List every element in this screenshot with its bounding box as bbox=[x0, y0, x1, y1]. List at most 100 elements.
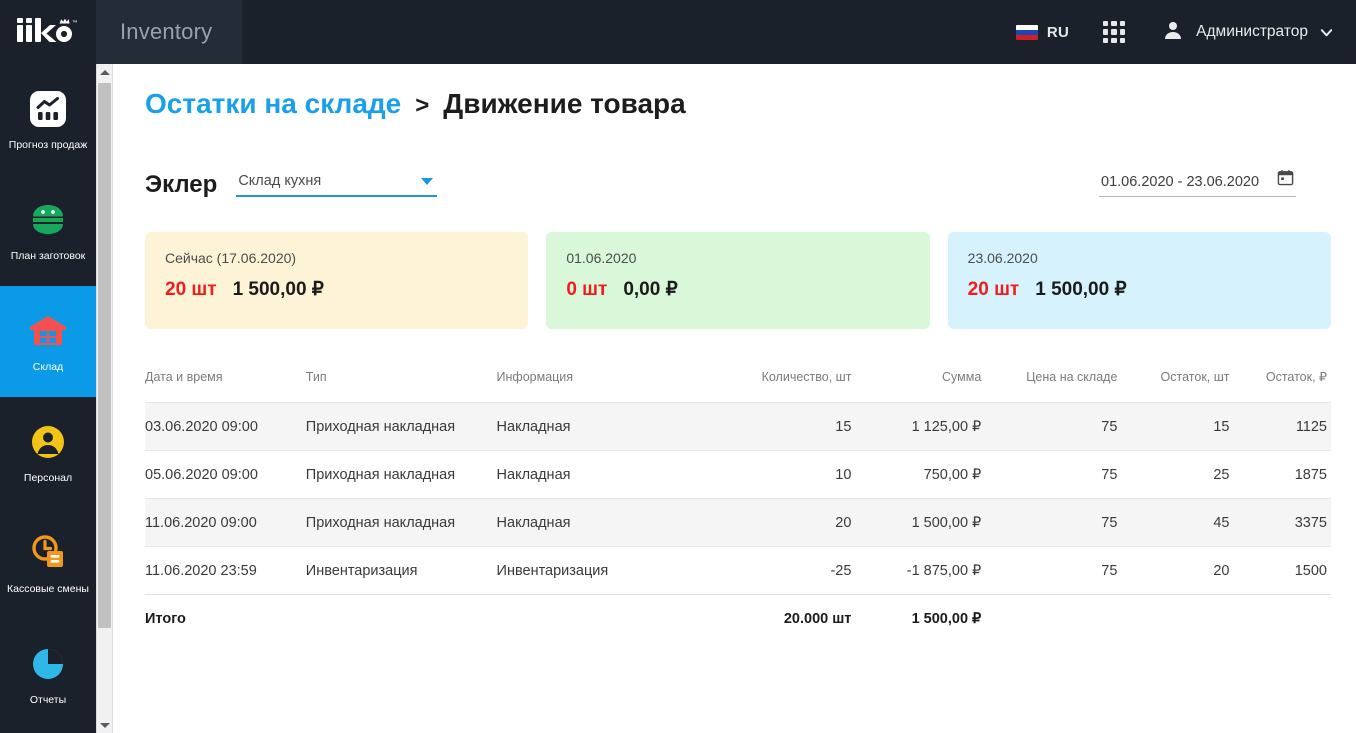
cell-type: Инвентаризация bbox=[305, 562, 418, 579]
table-row[interactable]: 03.06.2020 09:00 Приходная накладная Нак… bbox=[145, 402, 1331, 451]
table-total-row: Итого 20.000 шт 1 500,00 ₽ bbox=[145, 594, 1332, 643]
apps-grid-icon[interactable] bbox=[1103, 21, 1126, 43]
chevron-down-icon[interactable] bbox=[1319, 25, 1334, 40]
cell-datetime: 03.06.2020 09:00 bbox=[145, 418, 258, 435]
sidebar-item-label: Кассовые смены bbox=[7, 583, 89, 596]
sidebar-item-label: План заготовок bbox=[10, 250, 86, 263]
chevron-down-icon bbox=[421, 178, 434, 185]
cell-info: Инвентаризация bbox=[496, 562, 609, 579]
cell-type: Приходная накладная bbox=[305, 514, 456, 531]
column-header-rest-sum[interactable]: Остаток, ₽ bbox=[1236, 369, 1332, 403]
card-date-label: Сейчас (17.06.2020) bbox=[165, 250, 297, 266]
app-logo[interactable]: ™ bbox=[0, 0, 96, 64]
column-header-type[interactable]: Тип bbox=[306, 369, 497, 403]
sidebar-item-cash-shifts[interactable]: Кассовые смены bbox=[0, 508, 96, 619]
card-values: 20 шт 1 500,00 ₽ bbox=[968, 278, 1311, 301]
cell-rest-sum: 1875 bbox=[1294, 466, 1327, 483]
cell-sum: 750,00 ₽ bbox=[923, 466, 982, 483]
cell-price: 75 bbox=[1101, 466, 1118, 483]
app-tab-label: Inventory bbox=[120, 19, 213, 44]
column-header-info[interactable]: Информация bbox=[497, 369, 715, 403]
language-switcher[interactable]: RU bbox=[1015, 23, 1070, 41]
date-range-value: 01.06.2020 - 23.06.2020 bbox=[1101, 174, 1260, 190]
breadcrumb: Остатки на складе > Движение товара bbox=[145, 88, 686, 120]
sales-forecast-icon bbox=[26, 87, 70, 131]
cell-info: Накладная bbox=[496, 466, 571, 483]
store-select-value: Склад кухня bbox=[238, 173, 322, 189]
card-values: 0 шт 0,00 ₽ bbox=[566, 278, 909, 301]
scroll-up-arrow-icon[interactable] bbox=[97, 64, 112, 80]
cell-price: 75 bbox=[1101, 562, 1118, 579]
cell-rest-qty: 45 bbox=[1213, 514, 1230, 531]
sidebar-item-warehouse[interactable]: Склад bbox=[0, 286, 96, 397]
date-range-picker[interactable]: 01.06.2020 - 23.06.2020 bbox=[1099, 167, 1296, 197]
column-header-quantity[interactable]: Количество, шт bbox=[715, 369, 860, 403]
cell-price: 75 bbox=[1101, 418, 1118, 435]
table-row[interactable]: 05.06.2020 09:00 Приходная накладная Нак… bbox=[145, 450, 1331, 499]
warehouse-icon bbox=[26, 309, 70, 353]
total-empty-rest-sum bbox=[1236, 595, 1332, 643]
breadcrumb-parent-link[interactable]: Остатки на складе bbox=[145, 88, 401, 120]
card-quantity: 20 шт bbox=[967, 279, 1020, 300]
scrollbar-thumb[interactable] bbox=[98, 83, 111, 628]
summary-card-period-start: 01.06.2020 0 шт 0,00 ₽ bbox=[546, 232, 930, 329]
total-empty-type bbox=[306, 595, 497, 643]
staff-icon bbox=[26, 420, 70, 464]
card-amount: 1 500,00 ₽ bbox=[232, 279, 324, 300]
page-scrollbar[interactable] bbox=[96, 64, 113, 733]
total-empty-price bbox=[987, 595, 1121, 643]
column-header-rest-qty[interactable]: Остаток, шт bbox=[1121, 369, 1235, 403]
sidebar-item-label: Отчеты bbox=[29, 694, 67, 707]
cell-quantity: 15 bbox=[835, 418, 852, 435]
table-row[interactable]: 11.06.2020 09:00 Приходная накладная Нак… bbox=[145, 498, 1331, 547]
column-header-sum[interactable]: Сумма bbox=[859, 369, 987, 403]
cell-quantity: 20 bbox=[835, 514, 852, 531]
movements-table-wrapper: Дата и время Тип Информация Количество, … bbox=[145, 369, 1331, 643]
main-content: Остатки на складе > Движение товара Экле… bbox=[113, 64, 1356, 733]
summary-cards: Сейчас (17.06.2020) 20 шт 1 500,00 ₽ 01.… bbox=[145, 232, 1331, 329]
total-sum: 1 500,00 ₽ bbox=[911, 610, 982, 627]
table-body: 03.06.2020 09:00 Приходная накладная Нак… bbox=[145, 402, 1331, 595]
column-header-datetime[interactable]: Дата и время bbox=[145, 369, 306, 403]
store-select[interactable]: Склад кухня bbox=[236, 167, 438, 197]
column-header-price[interactable]: Цена на складе bbox=[987, 369, 1121, 403]
card-quantity: 20 шт bbox=[165, 279, 217, 300]
card-quantity: 0 шт bbox=[566, 279, 608, 300]
cell-info: Накладная bbox=[496, 514, 571, 531]
total-empty-rest-qty bbox=[1121, 595, 1235, 643]
cell-info: Накладная bbox=[496, 418, 571, 435]
table-header: Дата и время Тип Информация Количество, … bbox=[145, 369, 1331, 403]
sidebar-item-prep-plan[interactable]: План заготовок bbox=[0, 175, 96, 286]
total-label: Итого bbox=[145, 610, 186, 627]
cell-price: 75 bbox=[1101, 514, 1118, 531]
cell-rest-sum: 1500 bbox=[1294, 562, 1327, 579]
cell-rest-qty: 15 bbox=[1213, 418, 1230, 435]
table-row[interactable]: 11.06.2020 23:59 Инвентаризация Инвентар… bbox=[145, 546, 1331, 595]
cell-datetime: 11.06.2020 23:59 bbox=[145, 562, 257, 579]
sidebar-item-sales-forecast[interactable]: Прогноз продаж bbox=[0, 64, 96, 175]
russian-flag-icon bbox=[1015, 24, 1038, 40]
sidebar-nav: Прогноз продаж План заготовок Склад Перс… bbox=[0, 64, 96, 733]
sidebar-item-staff[interactable]: Персонал bbox=[0, 397, 96, 508]
prep-plan-icon bbox=[26, 198, 70, 242]
sidebar-item-label: Прогноз продаж bbox=[8, 139, 88, 152]
user-menu[interactable]: Администратор bbox=[1161, 18, 1334, 47]
card-date-label: 01.06.2020 bbox=[566, 250, 637, 266]
page-title: Эклер bbox=[145, 171, 218, 198]
svg-text:™: ™ bbox=[72, 20, 78, 26]
language-label: RU bbox=[1046, 23, 1070, 41]
top-header-bar: ™ Inventory RU Администратор bbox=[0, 0, 1356, 64]
table-footer: Итого 20.000 шт 1 500,00 ₽ bbox=[145, 594, 1332, 643]
cell-rest-qty: 20 bbox=[1213, 562, 1230, 579]
user-name-label: Администратор bbox=[1196, 23, 1308, 40]
app-tab-inventory[interactable]: Inventory bbox=[96, 0, 242, 64]
cell-rest-sum: 1125 bbox=[1295, 418, 1327, 435]
sidebar-item-reports[interactable]: Отчеты bbox=[0, 619, 96, 730]
calendar-icon[interactable] bbox=[1277, 169, 1294, 191]
summary-card-now: Сейчас (17.06.2020) 20 шт 1 500,00 ₽ bbox=[145, 232, 529, 329]
cell-datetime: 05.06.2020 09:00 bbox=[145, 466, 258, 483]
cell-rest-sum: 3375 bbox=[1294, 514, 1327, 531]
card-date-label: 23.06.2020 bbox=[967, 250, 1038, 266]
cell-sum: 1 125,00 ₽ bbox=[911, 418, 982, 435]
scroll-down-arrow-icon[interactable] bbox=[97, 717, 112, 733]
